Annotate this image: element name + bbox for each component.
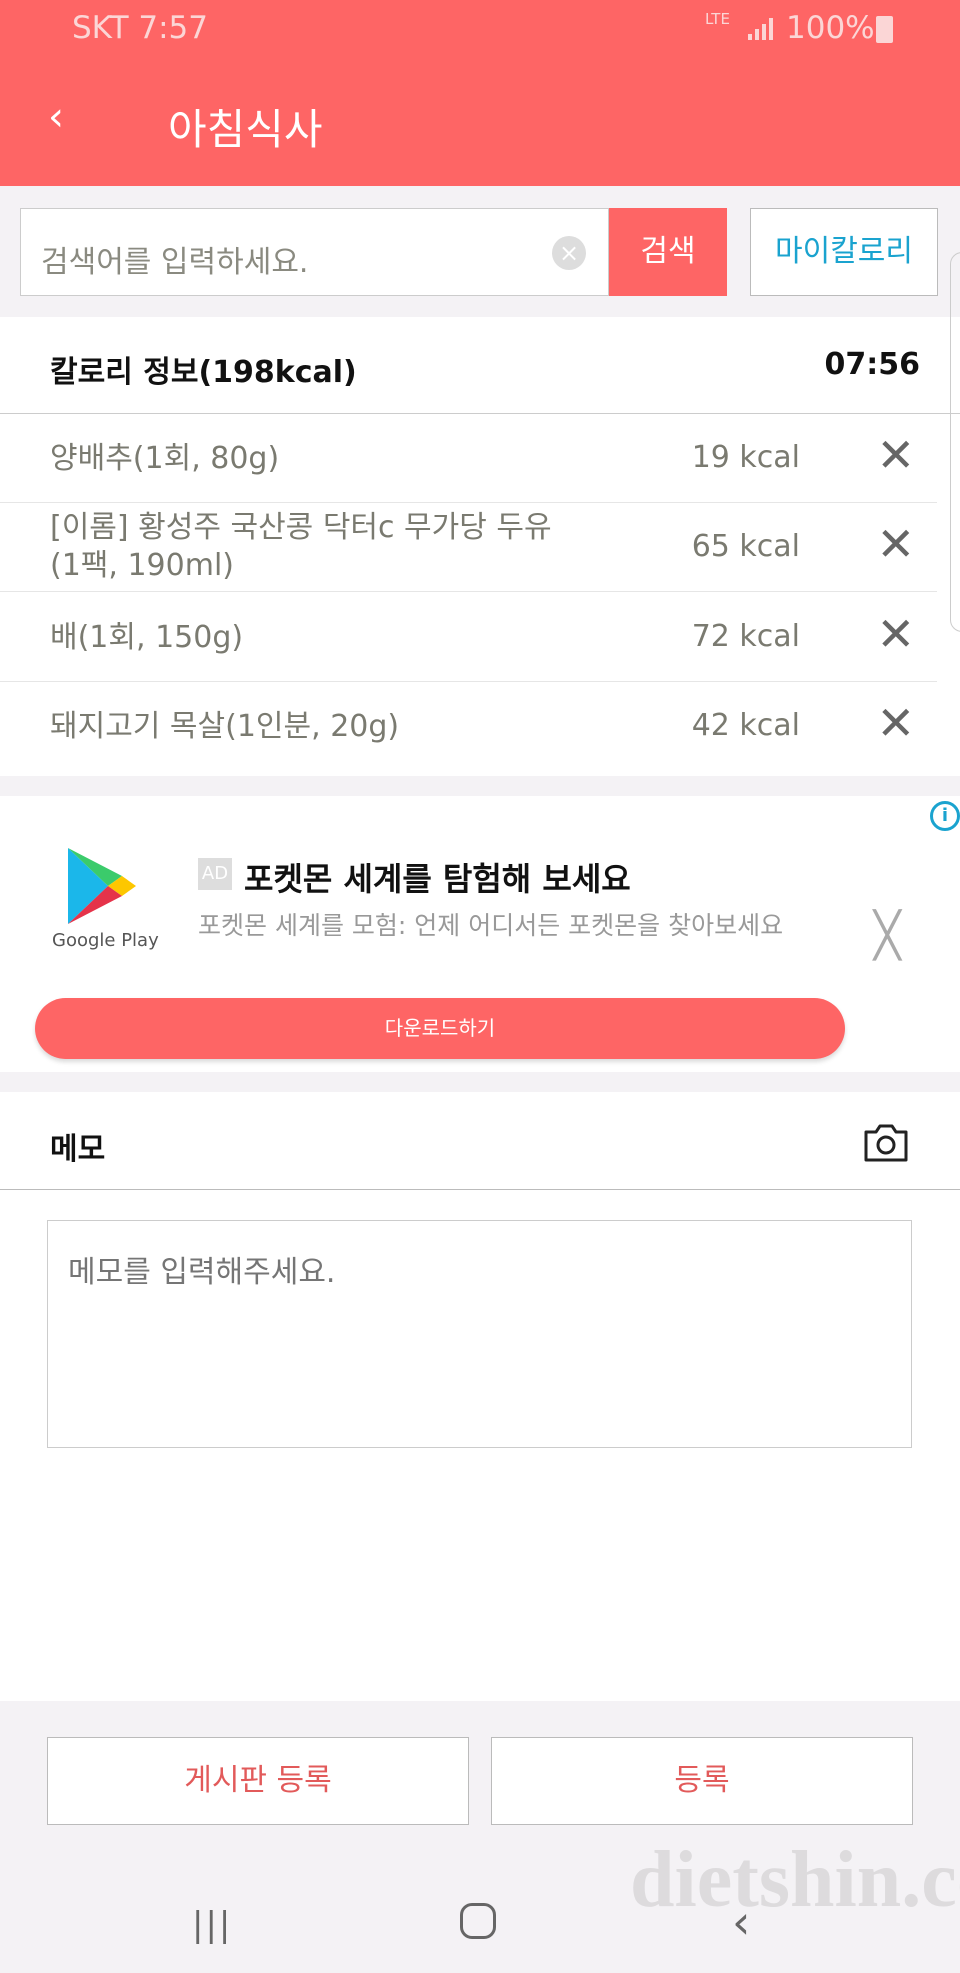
- food-row[interactable]: 배(1회, 150g) 72 kcal ✕: [0, 593, 937, 682]
- my-calorie-button[interactable]: 마이칼로리: [750, 208, 938, 296]
- app-header: SKT 7:57 LTE 100% ‹ 아침식사: [0, 0, 960, 186]
- lte-icon: LTE: [705, 10, 730, 28]
- ad-close-icon[interactable]: ╳: [874, 910, 901, 961]
- ad-title[interactable]: 포켓몬 세계를 탐험해 보세요: [244, 854, 631, 900]
- register-button[interactable]: 등록: [491, 1737, 913, 1825]
- divider: [0, 776, 960, 796]
- system-nav-bar: ||| ‹ dietshin.com: [0, 1836, 960, 1973]
- search-button[interactable]: 검색: [609, 208, 727, 296]
- delete-icon[interactable]: ✕: [876, 607, 915, 661]
- food-row[interactable]: 양배추(1회, 80g) 19 kcal ✕: [0, 414, 937, 503]
- memo-title: 메모: [50, 1132, 106, 1167]
- food-kcal: 72 kcal: [691, 619, 800, 654]
- memo-header: 메모: [0, 1092, 960, 1190]
- battery-icon: [876, 16, 893, 43]
- ad-badge: AD: [198, 858, 232, 890]
- food-name: 양배추(1회, 80g): [50, 441, 280, 476]
- food-kcal: 65 kcal: [691, 529, 800, 564]
- divider: [0, 1072, 960, 1092]
- food-row[interactable]: [이롬] 황성주 국산콩 닥터c 무가당 두유(1팩, 190ml) 65 kc…: [0, 503, 937, 592]
- signal-icon: [748, 18, 774, 40]
- food-kcal: 42 kcal: [691, 708, 800, 743]
- memo-input[interactable]: [47, 1220, 912, 1448]
- back-button[interactable]: ‹: [48, 94, 64, 140]
- calorie-title: 칼로리 정보(198kcal): [50, 355, 357, 390]
- search-input[interactable]: 검색어를 입력하세요.: [20, 208, 609, 296]
- scrollbar[interactable]: [950, 252, 960, 632]
- food-name: [이롬] 황성주 국산콩 닥터c 무가당 두유(1팩, 190ml): [50, 510, 552, 583]
- food-name: 돼지고기 목살(1인분, 20g): [50, 709, 400, 744]
- delete-icon[interactable]: ✕: [876, 428, 915, 482]
- ad-banner[interactable]: i Google Play AD 포켓몬 세계를 탐험해 보세요 포켓몬 세계를…: [0, 796, 960, 1072]
- ad-subtitle: 포켓몬 세계를 모험: 언제 어디서든 포켓몬을 찾아보세요: [198, 911, 784, 940]
- page-title: 아침식사: [168, 105, 323, 154]
- board-register-button[interactable]: 게시판 등록: [47, 1737, 469, 1825]
- google-play-text: Google Play: [52, 930, 159, 951]
- camera-icon[interactable]: [862, 1122, 910, 1164]
- home-icon[interactable]: [460, 1903, 496, 1939]
- battery-percent: 100%: [786, 10, 875, 46]
- watermark-logo: dietshin.com: [630, 1836, 960, 1924]
- food-row[interactable]: 돼지고기 목살(1인분, 20g) 42 kcal ✕: [0, 682, 937, 771]
- meal-time[interactable]: 07:56: [825, 347, 921, 382]
- delete-icon[interactable]: ✕: [876, 517, 915, 571]
- delete-icon[interactable]: ✕: [876, 696, 915, 750]
- food-kcal: 19 kcal: [691, 440, 800, 475]
- info-icon[interactable]: i: [930, 801, 960, 831]
- recent-apps-icon[interactable]: |||: [192, 1905, 232, 1945]
- clear-icon[interactable]: ×: [552, 236, 586, 270]
- status-carrier-time: SKT 7:57: [72, 10, 209, 46]
- calorie-info-header: 칼로리 정보(198kcal) 07:56: [0, 317, 960, 414]
- google-play-logo: [68, 848, 136, 924]
- ad-download-button[interactable]: 다운로드하기: [35, 998, 845, 1059]
- food-name: 배(1회, 150g): [50, 620, 244, 655]
